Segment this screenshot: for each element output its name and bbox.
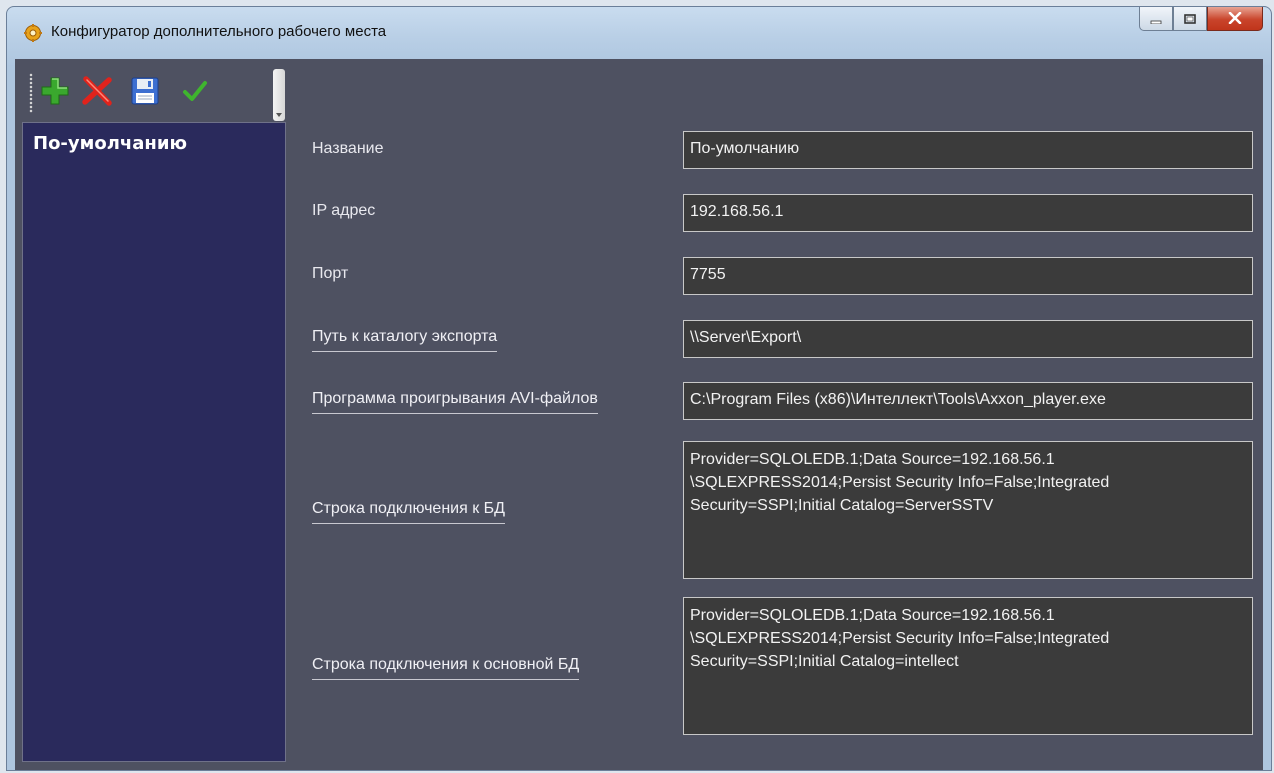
- export-path-field[interactable]: \\Server\Export\: [683, 320, 1253, 358]
- window-title: Конфигуратор дополнительного рабочего ме…: [51, 23, 387, 40]
- add-button[interactable]: [37, 75, 73, 111]
- client-area: По-умолчанию Название IP адрес Порт Путь…: [15, 59, 1263, 770]
- toolbar-grip[interactable]: [29, 73, 33, 113]
- port-field[interactable]: 7755: [683, 257, 1253, 295]
- gear-icon: [24, 24, 42, 42]
- floppy-disk-icon: [130, 76, 160, 110]
- toolbar-overflow-button[interactable]: [273, 69, 285, 121]
- port-label: Порт: [312, 265, 349, 282]
- checkmark-icon: [181, 77, 209, 109]
- db-connection-link[interactable]: Строка подключения к БД: [312, 499, 505, 524]
- ip-label: IP адрес: [312, 202, 376, 219]
- avi-player-link[interactable]: Программа проигрывания AVI-файлов: [312, 389, 598, 414]
- save-button[interactable]: [127, 75, 163, 111]
- title-bar[interactable]: Конфигуратор дополнительного рабочего ме…: [7, 7, 1271, 57]
- export-path-link[interactable]: Путь к каталогу экспорта: [312, 327, 498, 352]
- apply-button[interactable]: [177, 75, 213, 111]
- app-window: Конфигуратор дополнительного рабочего ме…: [6, 6, 1272, 771]
- avi-player-field[interactable]: C:\Program Files (x86)\Интеллект\Tools\A…: [683, 382, 1253, 420]
- minimize-button[interactable]: [1139, 7, 1173, 31]
- ip-field[interactable]: 192.168.56.1: [683, 194, 1253, 232]
- db-connection-field[interactable]: Provider=SQLOLEDB.1;Data Source=192.168.…: [683, 441, 1253, 579]
- toolbar: [15, 59, 285, 121]
- cross-icon: [81, 75, 113, 111]
- maximize-button[interactable]: [1173, 7, 1207, 31]
- profile-list[interactable]: По-умолчанию: [22, 122, 286, 762]
- maximize-icon: [1184, 9, 1196, 28]
- name-label: Название: [312, 140, 384, 157]
- chevron-down-icon: [276, 113, 282, 117]
- close-icon: [1228, 9, 1242, 28]
- minimize-icon: [1150, 9, 1162, 28]
- list-item[interactable]: По-умолчанию: [23, 123, 285, 154]
- name-field[interactable]: По-умолчанию: [683, 131, 1253, 169]
- main-db-connection-field[interactable]: Provider=SQLOLEDB.1;Data Source=192.168.…: [683, 597, 1253, 735]
- plus-icon: [40, 76, 70, 110]
- main-db-connection-link[interactable]: Строка подключения к основной БД: [312, 655, 580, 680]
- delete-button[interactable]: [79, 75, 115, 111]
- close-button[interactable]: [1207, 7, 1263, 31]
- caption-buttons: [1139, 7, 1263, 33]
